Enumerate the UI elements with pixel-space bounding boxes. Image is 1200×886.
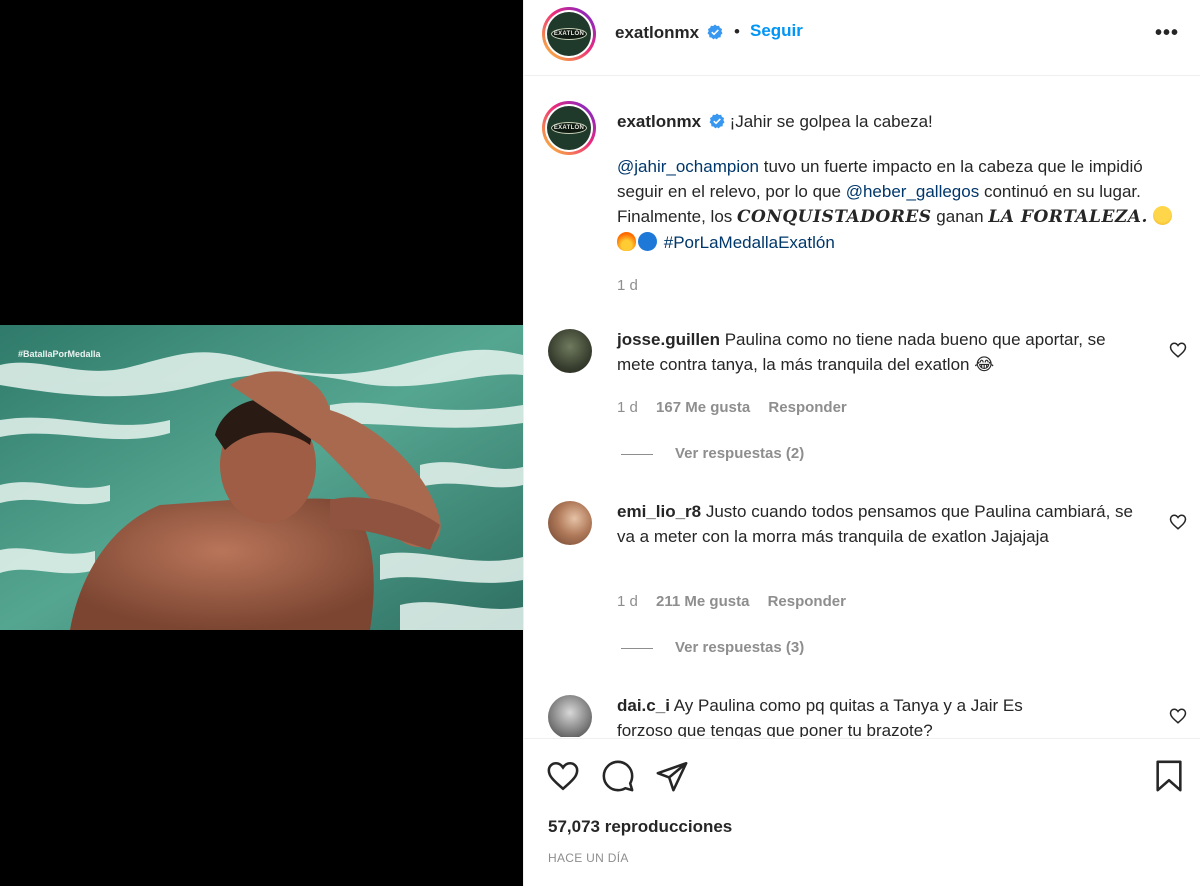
post-timestamp[interactable]: HACE UN DÍA: [548, 851, 629, 865]
view-replies-button[interactable]: Ver respuestas (2): [621, 445, 804, 462]
post-caption: exatlonmx ¡Jahir se golpea la cabeza! @j…: [617, 109, 1177, 277]
avatar[interactable]: [548, 329, 592, 373]
scream-emoji-icon: [1152, 206, 1172, 225]
header-avatar[interactable]: EXATLÓN: [542, 7, 596, 61]
post-panel: EXATLÓN exatlonmx • Seguir ••• EXATLÓN e…: [523, 0, 1200, 886]
comment-meta: 1 d 167 Me gusta Responder: [617, 399, 861, 416]
caption-text-3: ganan: [931, 207, 989, 226]
caption-username[interactable]: exatlonmx: [617, 112, 701, 131]
comment-likes[interactable]: 211 Me gusta: [656, 593, 749, 610]
video-hashtag-overlay: #BatallaPorMedalla: [18, 349, 101, 359]
comment-likes[interactable]: 167 Me gusta: [656, 399, 750, 416]
avatar[interactable]: [548, 695, 592, 737]
post-actions: 57,073 reproducciones HACE UN DÍA: [524, 738, 1200, 886]
comment-body: dai.c_i Ay Paulina como pq quitas a Tany…: [617, 693, 1047, 737]
comment-meta: 1 d 211 Me gusta Responder: [617, 593, 860, 610]
post-header: EXATLÓN exatlonmx • Seguir •••: [524, 0, 1200, 76]
comment-time[interactable]: 1 d: [617, 399, 638, 416]
like-heart-icon[interactable]: [546, 759, 580, 793]
comments-section[interactable]: EXATLÓN exatlonmx ¡Jahir se golpea la ca…: [524, 77, 1200, 737]
comment-text: Ay Paulina como pq quitas a Tanya y a Ja…: [617, 696, 1023, 737]
views-count[interactable]: 57,073 reproducciones: [548, 817, 732, 837]
caption-bold-fortaleza: LA FORTALEZA.: [988, 207, 1148, 227]
post-media: #BatallaPorMedalla: [0, 0, 523, 886]
comment-username[interactable]: josse.guillen: [617, 330, 720, 349]
like-heart-icon[interactable]: [1169, 707, 1187, 725]
more-options-icon[interactable]: •••: [1155, 22, 1179, 45]
video-player[interactable]: #BatallaPorMedalla: [0, 325, 523, 630]
comment-body: emi_lio_r8 Justo cuando todos pensamos q…: [617, 499, 1147, 549]
caption-title: ¡Jahir se golpea la cabeza!: [729, 112, 933, 131]
follow-button[interactable]: Seguir: [750, 21, 803, 41]
mention-jahir[interactable]: @jahir_ochampion: [617, 157, 759, 176]
hashtag-link[interactable]: #PorLaMedallaExatlón: [664, 233, 835, 252]
header-username[interactable]: exatlonmx: [615, 23, 723, 43]
comment-body: josse.guillen Paulina como no tiene nada…: [617, 327, 1147, 377]
view-replies-button[interactable]: Ver respuestas (3): [621, 639, 804, 656]
like-heart-icon[interactable]: [1169, 341, 1187, 359]
comment-username[interactable]: emi_lio_r8: [617, 502, 701, 521]
share-send-icon[interactable]: [655, 759, 689, 793]
blue-circle-emoji-icon: [638, 232, 657, 251]
reply-button[interactable]: Responder: [768, 593, 846, 610]
comment-bubble-icon[interactable]: [601, 759, 635, 793]
caption-avatar[interactable]: EXATLÓN: [542, 101, 596, 155]
reply-button[interactable]: Responder: [768, 399, 846, 416]
replies-divider: [621, 453, 653, 455]
save-bookmark-icon[interactable]: [1152, 759, 1186, 793]
avatar[interactable]: [548, 501, 592, 545]
verified-badge-icon: [709, 113, 725, 129]
exatlon-logo-icon: EXATLÓN: [547, 12, 591, 56]
replies-divider: [621, 647, 653, 649]
mention-heber[interactable]: @heber_gallegos: [846, 182, 980, 201]
header-separator: •: [734, 22, 740, 41]
video-frame: [0, 325, 523, 630]
verified-badge-icon: [707, 24, 723, 40]
exatlon-logo-icon: EXATLÓN: [547, 106, 591, 150]
comment-username[interactable]: dai.c_i: [617, 696, 670, 715]
like-heart-icon[interactable]: [1169, 513, 1187, 531]
comment-time[interactable]: 1 d: [617, 593, 638, 610]
caption-bold-team: CONQUISTADORES: [737, 207, 932, 227]
caption-time[interactable]: 1 d: [617, 277, 638, 294]
fire-emoji-icon: [617, 232, 636, 251]
